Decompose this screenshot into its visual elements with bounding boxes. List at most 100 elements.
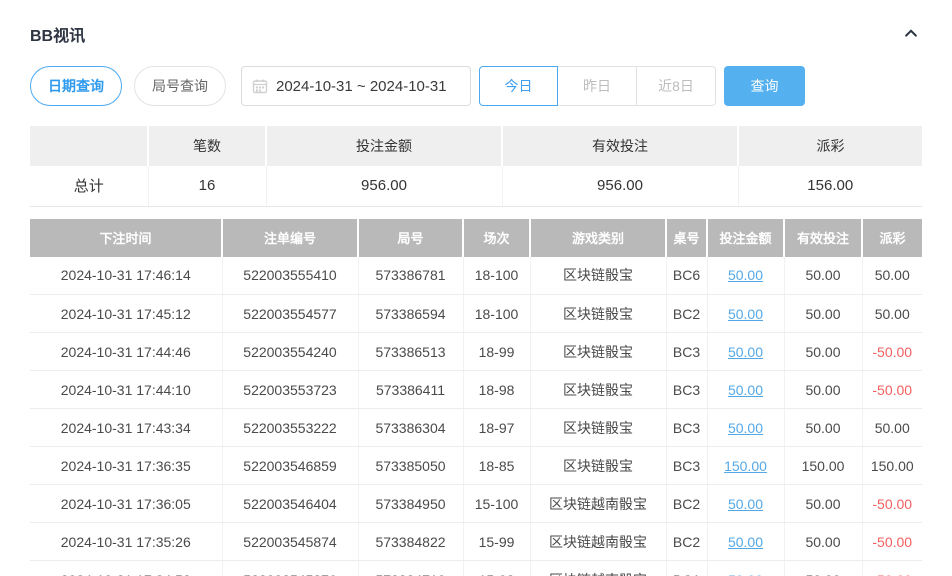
cell-bet-id: 522003553222 <box>222 409 358 447</box>
cell-table-no: BC6 <box>666 257 707 295</box>
cell-bet-id: 522003546404 <box>222 485 358 523</box>
quick-range-yesterday[interactable]: 昨日 <box>558 66 637 106</box>
cell-session: 15-100 <box>463 485 530 523</box>
cell-bet-time: 2024-10-31 17:45:12 <box>30 295 222 333</box>
cell-payout: 50.00 <box>862 409 922 447</box>
records-header-row: 下注时间 注单编号 局号 场次 游戏类别 桌号 投注金额 有效投注 派彩 <box>30 219 922 257</box>
table-row: 2024-10-31 17:44:46 522003554240 5733865… <box>30 333 922 371</box>
cell-payout: -50.00 <box>862 561 922 576</box>
summary-total-valid-bet: 956.00 <box>502 166 738 206</box>
cell-bet-id: 522003546859 <box>222 447 358 485</box>
cell-bet-time: 2024-10-31 17:44:46 <box>30 333 222 371</box>
bet-amount-link[interactable]: 50.00 <box>728 344 763 360</box>
summary-header-bet-amount: 投注金额 <box>266 126 502 166</box>
cell-session: 15-99 <box>463 523 530 561</box>
cell-valid-bet: 150.00 <box>784 447 862 485</box>
bet-amount-link[interactable]: 150.00 <box>724 458 767 474</box>
cell-round: 573384822 <box>358 523 463 561</box>
cell-valid-bet: 50.00 <box>784 485 862 523</box>
table-row: 2024-10-31 17:35:26 522003545874 5733848… <box>30 523 922 561</box>
summary-total-label: 总计 <box>30 166 148 206</box>
cell-bet-time: 2024-10-31 17:36:05 <box>30 485 222 523</box>
quick-range-last8days[interactable]: 近8日 <box>637 66 716 106</box>
cell-payout: -50.00 <box>862 333 922 371</box>
search-button[interactable]: 查询 <box>724 66 805 106</box>
summary-table: 笔数 投注金额 有效投注 派彩 总计 16 956.00 956.00 156.… <box>30 126 922 207</box>
collapse-panel-button[interactable] <box>900 23 922 45</box>
summary-header-payout: 派彩 <box>738 126 922 166</box>
cell-bet-time: 2024-10-31 17:34:53 <box>30 561 222 576</box>
summary-total-bet-amount: 956.00 <box>266 166 502 206</box>
summary-header-valid-bet: 有效投注 <box>502 126 738 166</box>
cell-bet-amount: 50.00 <box>707 561 784 576</box>
cell-payout: 50.00 <box>862 295 922 333</box>
cell-game-type: 区块链骰宝 <box>530 257 666 295</box>
cell-bet-id: 522003554577 <box>222 295 358 333</box>
cell-bet-amount: 50.00 <box>707 485 784 523</box>
cell-round: 573386781 <box>358 257 463 295</box>
bet-amount-link[interactable]: 50.00 <box>728 267 763 283</box>
bet-amount-link[interactable]: 50.00 <box>728 420 763 436</box>
cell-session: 18-100 <box>463 257 530 295</box>
cell-bet-time: 2024-10-31 17:35:26 <box>30 523 222 561</box>
cell-valid-bet: 50.00 <box>784 561 862 576</box>
cell-table-no: BC2 <box>666 523 707 561</box>
cell-table-no: BC3 <box>666 333 707 371</box>
cell-round: 573384719 <box>358 561 463 576</box>
cell-table-no: BC3 <box>666 409 707 447</box>
col-round: 局号 <box>358 219 463 257</box>
summary-header-count: 笔数 <box>148 126 266 166</box>
cell-session: 18-100 <box>463 295 530 333</box>
summary-header-row: 笔数 投注金额 有效投注 派彩 <box>30 126 922 166</box>
cell-round: 573386304 <box>358 409 463 447</box>
table-row: 2024-10-31 17:46:14 522003555410 5733867… <box>30 257 922 295</box>
cell-game-type: 区块链骰宝 <box>530 333 666 371</box>
table-row: 2024-10-31 17:43:34 522003553222 5733863… <box>30 409 922 447</box>
cell-round: 573384950 <box>358 485 463 523</box>
cell-game-type: 区块链越南骰宝 <box>530 485 666 523</box>
cell-bet-time: 2024-10-31 17:36:35 <box>30 447 222 485</box>
date-range-input[interactable]: 2024-10-31 ~ 2024-10-31 <box>241 66 471 106</box>
table-row: 2024-10-31 17:44:10 522003553723 5733864… <box>30 371 922 409</box>
panel-header: BB视讯 <box>30 0 922 46</box>
cell-valid-bet: 50.00 <box>784 371 862 409</box>
cell-bet-amount: 50.00 <box>707 333 784 371</box>
cell-bet-time: 2024-10-31 17:44:10 <box>30 371 222 409</box>
bet-amount-link[interactable]: 50.00 <box>728 382 763 398</box>
cell-bet-time: 2024-10-31 17:46:14 <box>30 257 222 295</box>
quick-range-today[interactable]: 今日 <box>479 66 558 106</box>
cell-session: 18-98 <box>463 371 530 409</box>
cell-valid-bet: 50.00 <box>784 295 862 333</box>
cell-session: 18-97 <box>463 409 530 447</box>
cell-bet-id: 522003545874 <box>222 523 358 561</box>
cell-round: 573386594 <box>358 295 463 333</box>
tab-round-query[interactable]: 局号查询 <box>134 66 226 106</box>
cell-bet-amount: 50.00 <box>707 295 784 333</box>
bet-amount-link[interactable]: 50.00 <box>728 572 763 576</box>
cell-bet-amount: 50.00 <box>707 409 784 447</box>
cell-bet-amount: 50.00 <box>707 257 784 295</box>
cell-session: 15-92 <box>463 561 530 576</box>
cell-bet-id: 522003545376 <box>222 561 358 576</box>
page-title: BB视讯 <box>30 22 85 46</box>
cell-valid-bet: 50.00 <box>784 257 862 295</box>
cell-bet-amount: 50.00 <box>707 523 784 561</box>
bet-amount-link[interactable]: 50.00 <box>728 496 763 512</box>
cell-session: 18-85 <box>463 447 530 485</box>
cell-game-type: 区块链越南骰宝 <box>530 561 666 576</box>
tab-date-query[interactable]: 日期查询 <box>30 66 122 106</box>
bet-amount-link[interactable]: 50.00 <box>728 534 763 550</box>
cell-round: 573386411 <box>358 371 463 409</box>
cell-table-no: BC2 <box>666 295 707 333</box>
col-bet-amount: 投注金额 <box>707 219 784 257</box>
date-range-value: 2024-10-31 ~ 2024-10-31 <box>276 78 447 95</box>
table-row: 2024-10-31 17:36:35 522003546859 5733850… <box>30 447 922 485</box>
cell-game-type: 区块链骰宝 <box>530 409 666 447</box>
col-session: 场次 <box>463 219 530 257</box>
cell-valid-bet: 50.00 <box>784 333 862 371</box>
summary-total-row: 总计 16 956.00 956.00 156.00 <box>30 166 922 206</box>
cell-table-no: BC3 <box>666 371 707 409</box>
calendar-icon <box>252 78 268 94</box>
bet-amount-link[interactable]: 50.00 <box>728 306 763 322</box>
cell-game-type: 区块链骰宝 <box>530 447 666 485</box>
